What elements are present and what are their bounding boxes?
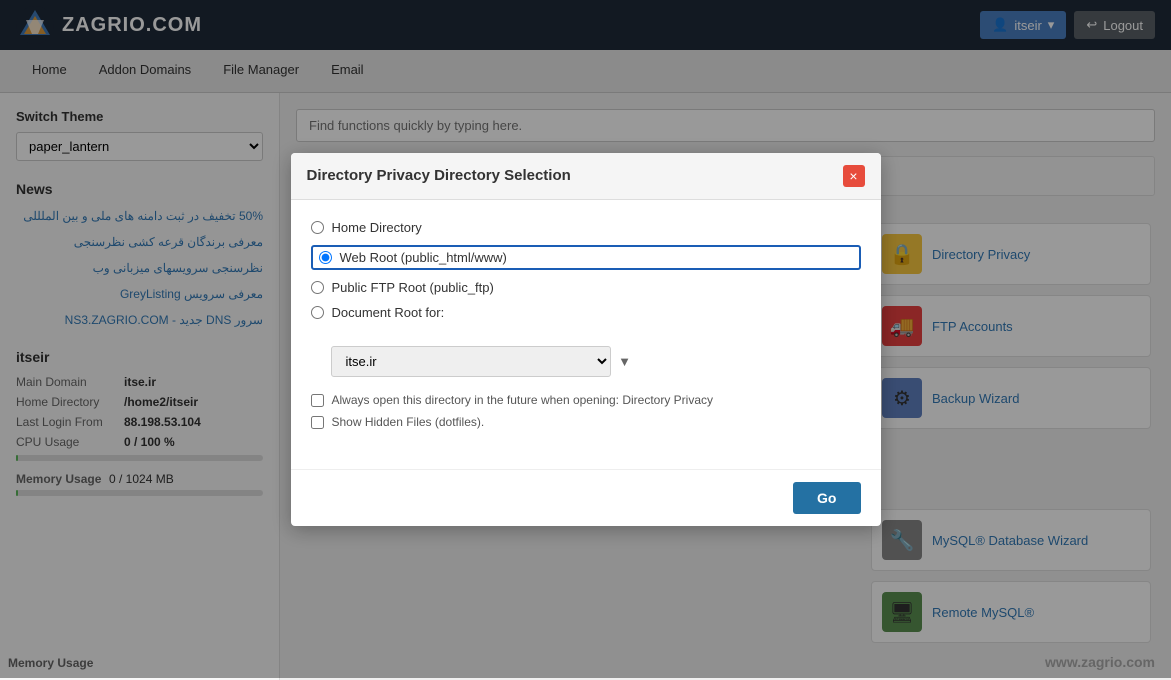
radio-group: Home Directory Web Root (public_html/www… <box>311 220 861 377</box>
checkbox-show-hidden[interactable]: Show Hidden Files (dotfiles). <box>311 415 861 429</box>
radio-doc-root-label: Document Root for: <box>332 305 445 320</box>
radio-doc-root[interactable]: Document Root for: <box>311 305 445 320</box>
checkbox-always-open-input[interactable] <box>311 394 324 407</box>
modal-title: Directory Privacy Directory Selection <box>307 167 571 184</box>
modal-header: Directory Privacy Directory Selection × <box>291 153 881 200</box>
document-root-row: Document Root for: <box>311 305 861 320</box>
go-button[interactable]: Go <box>793 482 860 514</box>
radio-web-root-input[interactable] <box>319 251 332 264</box>
radio-home-directory-label: Home Directory <box>332 220 422 235</box>
checkbox-always-open-label: Always open this directory in the future… <box>332 393 714 407</box>
domain-select[interactable]: itse.ir <box>331 346 611 377</box>
modal-close-button[interactable]: × <box>843 165 865 187</box>
modal-dialog: Directory Privacy Directory Selection × … <box>291 153 881 526</box>
modal-footer: Go <box>291 469 881 526</box>
dropdown-caret: ▼ <box>618 354 631 369</box>
checkbox-show-hidden-input[interactable] <box>311 416 324 429</box>
radio-home-directory-input[interactable] <box>311 221 324 234</box>
modal-overlay[interactable]: Directory Privacy Directory Selection × … <box>0 0 1171 678</box>
checkbox-group: Always open this directory in the future… <box>311 393 861 429</box>
radio-web-root-label: Web Root (public_html/www) <box>340 250 507 265</box>
radio-ftp-root[interactable]: Public FTP Root (public_ftp) <box>311 280 861 295</box>
checkbox-always-open[interactable]: Always open this directory in the future… <box>311 393 861 407</box>
radio-home-directory[interactable]: Home Directory <box>311 220 861 235</box>
radio-doc-root-input[interactable] <box>311 306 324 319</box>
radio-ftp-root-input[interactable] <box>311 281 324 294</box>
checkbox-show-hidden-label: Show Hidden Files (dotfiles). <box>332 415 485 429</box>
radio-ftp-root-label: Public FTP Root (public_ftp) <box>332 280 494 295</box>
radio-web-root[interactable]: Web Root (public_html/www) <box>311 245 861 270</box>
modal-body: Home Directory Web Root (public_html/www… <box>291 200 881 469</box>
domain-select-row: itse.ir ▼ <box>311 346 861 377</box>
